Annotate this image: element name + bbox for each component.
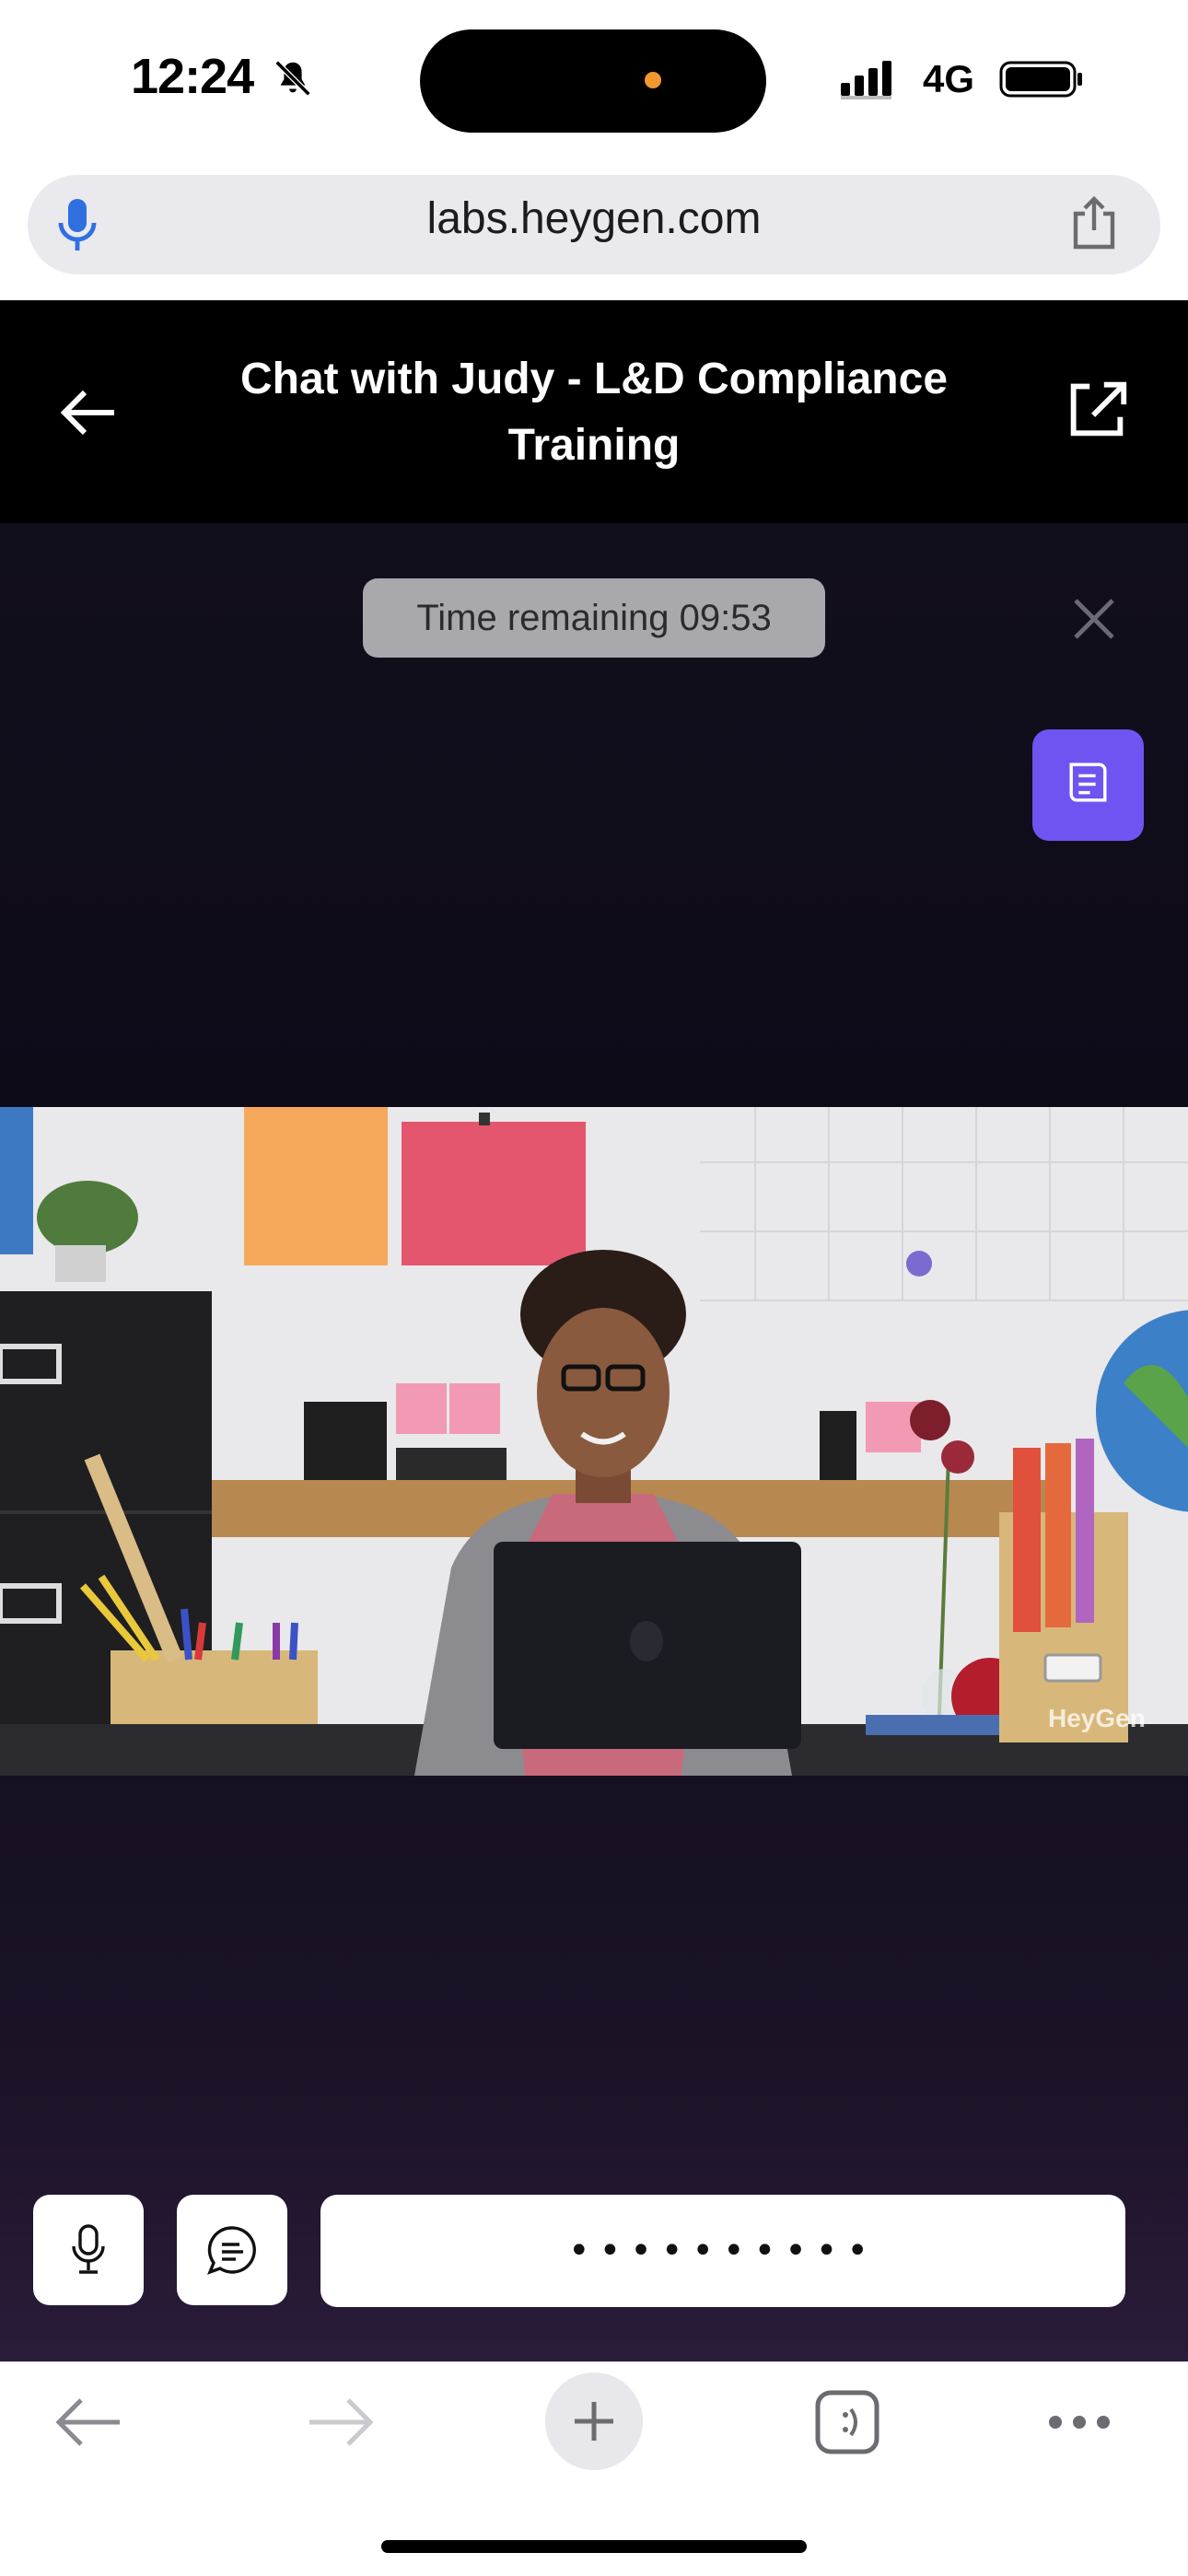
tabs-icon[interactable] [814,2389,880,2455]
share-icon[interactable] [1068,195,1120,251]
browser-forward-icon[interactable] [306,2395,376,2450]
new-tab-button[interactable] [545,2372,643,2470]
address-bar-url[interactable]: labs.heygen.com [304,193,884,244]
browser-back-icon[interactable] [53,2395,123,2450]
more-options-icon[interactable] [1046,2406,1112,2439]
camera-indicator-dot [645,72,661,88]
back-arrow-icon[interactable] [59,376,118,449]
cellular-signal-icon [841,61,891,99]
page-title: Chat with Judy - L&D Compliance Training [239,355,949,470]
battery-icon [999,61,1082,98]
microphone-icon[interactable] [57,197,98,252]
chat-bubble-icon [207,2226,256,2275]
network-type: 4G [923,57,975,100]
status-time: 12:24 [131,49,254,104]
time-remaining-badge: Time remaining 09:53 [363,578,825,658]
close-icon[interactable] [1070,595,1118,643]
bell-slash-icon [274,60,311,97]
text-chat-button[interactable] [177,2195,287,2305]
voice-mode-button[interactable] [33,2195,144,2305]
transcript-button[interactable] [1032,729,1144,841]
heygen-watermark: HeyGen [1048,1704,1146,1732]
microphone-icon [72,2224,105,2274]
external-link-icon[interactable] [1061,368,1133,448]
dynamic-island [420,29,766,133]
message-input[interactable] [320,2195,1125,2307]
home-indicator [381,2540,807,2553]
document-icon [1069,763,1107,802]
plus-icon [575,2402,613,2441]
avatar-video [0,1107,1188,1776]
avatar-video-scene [0,1107,1188,1776]
